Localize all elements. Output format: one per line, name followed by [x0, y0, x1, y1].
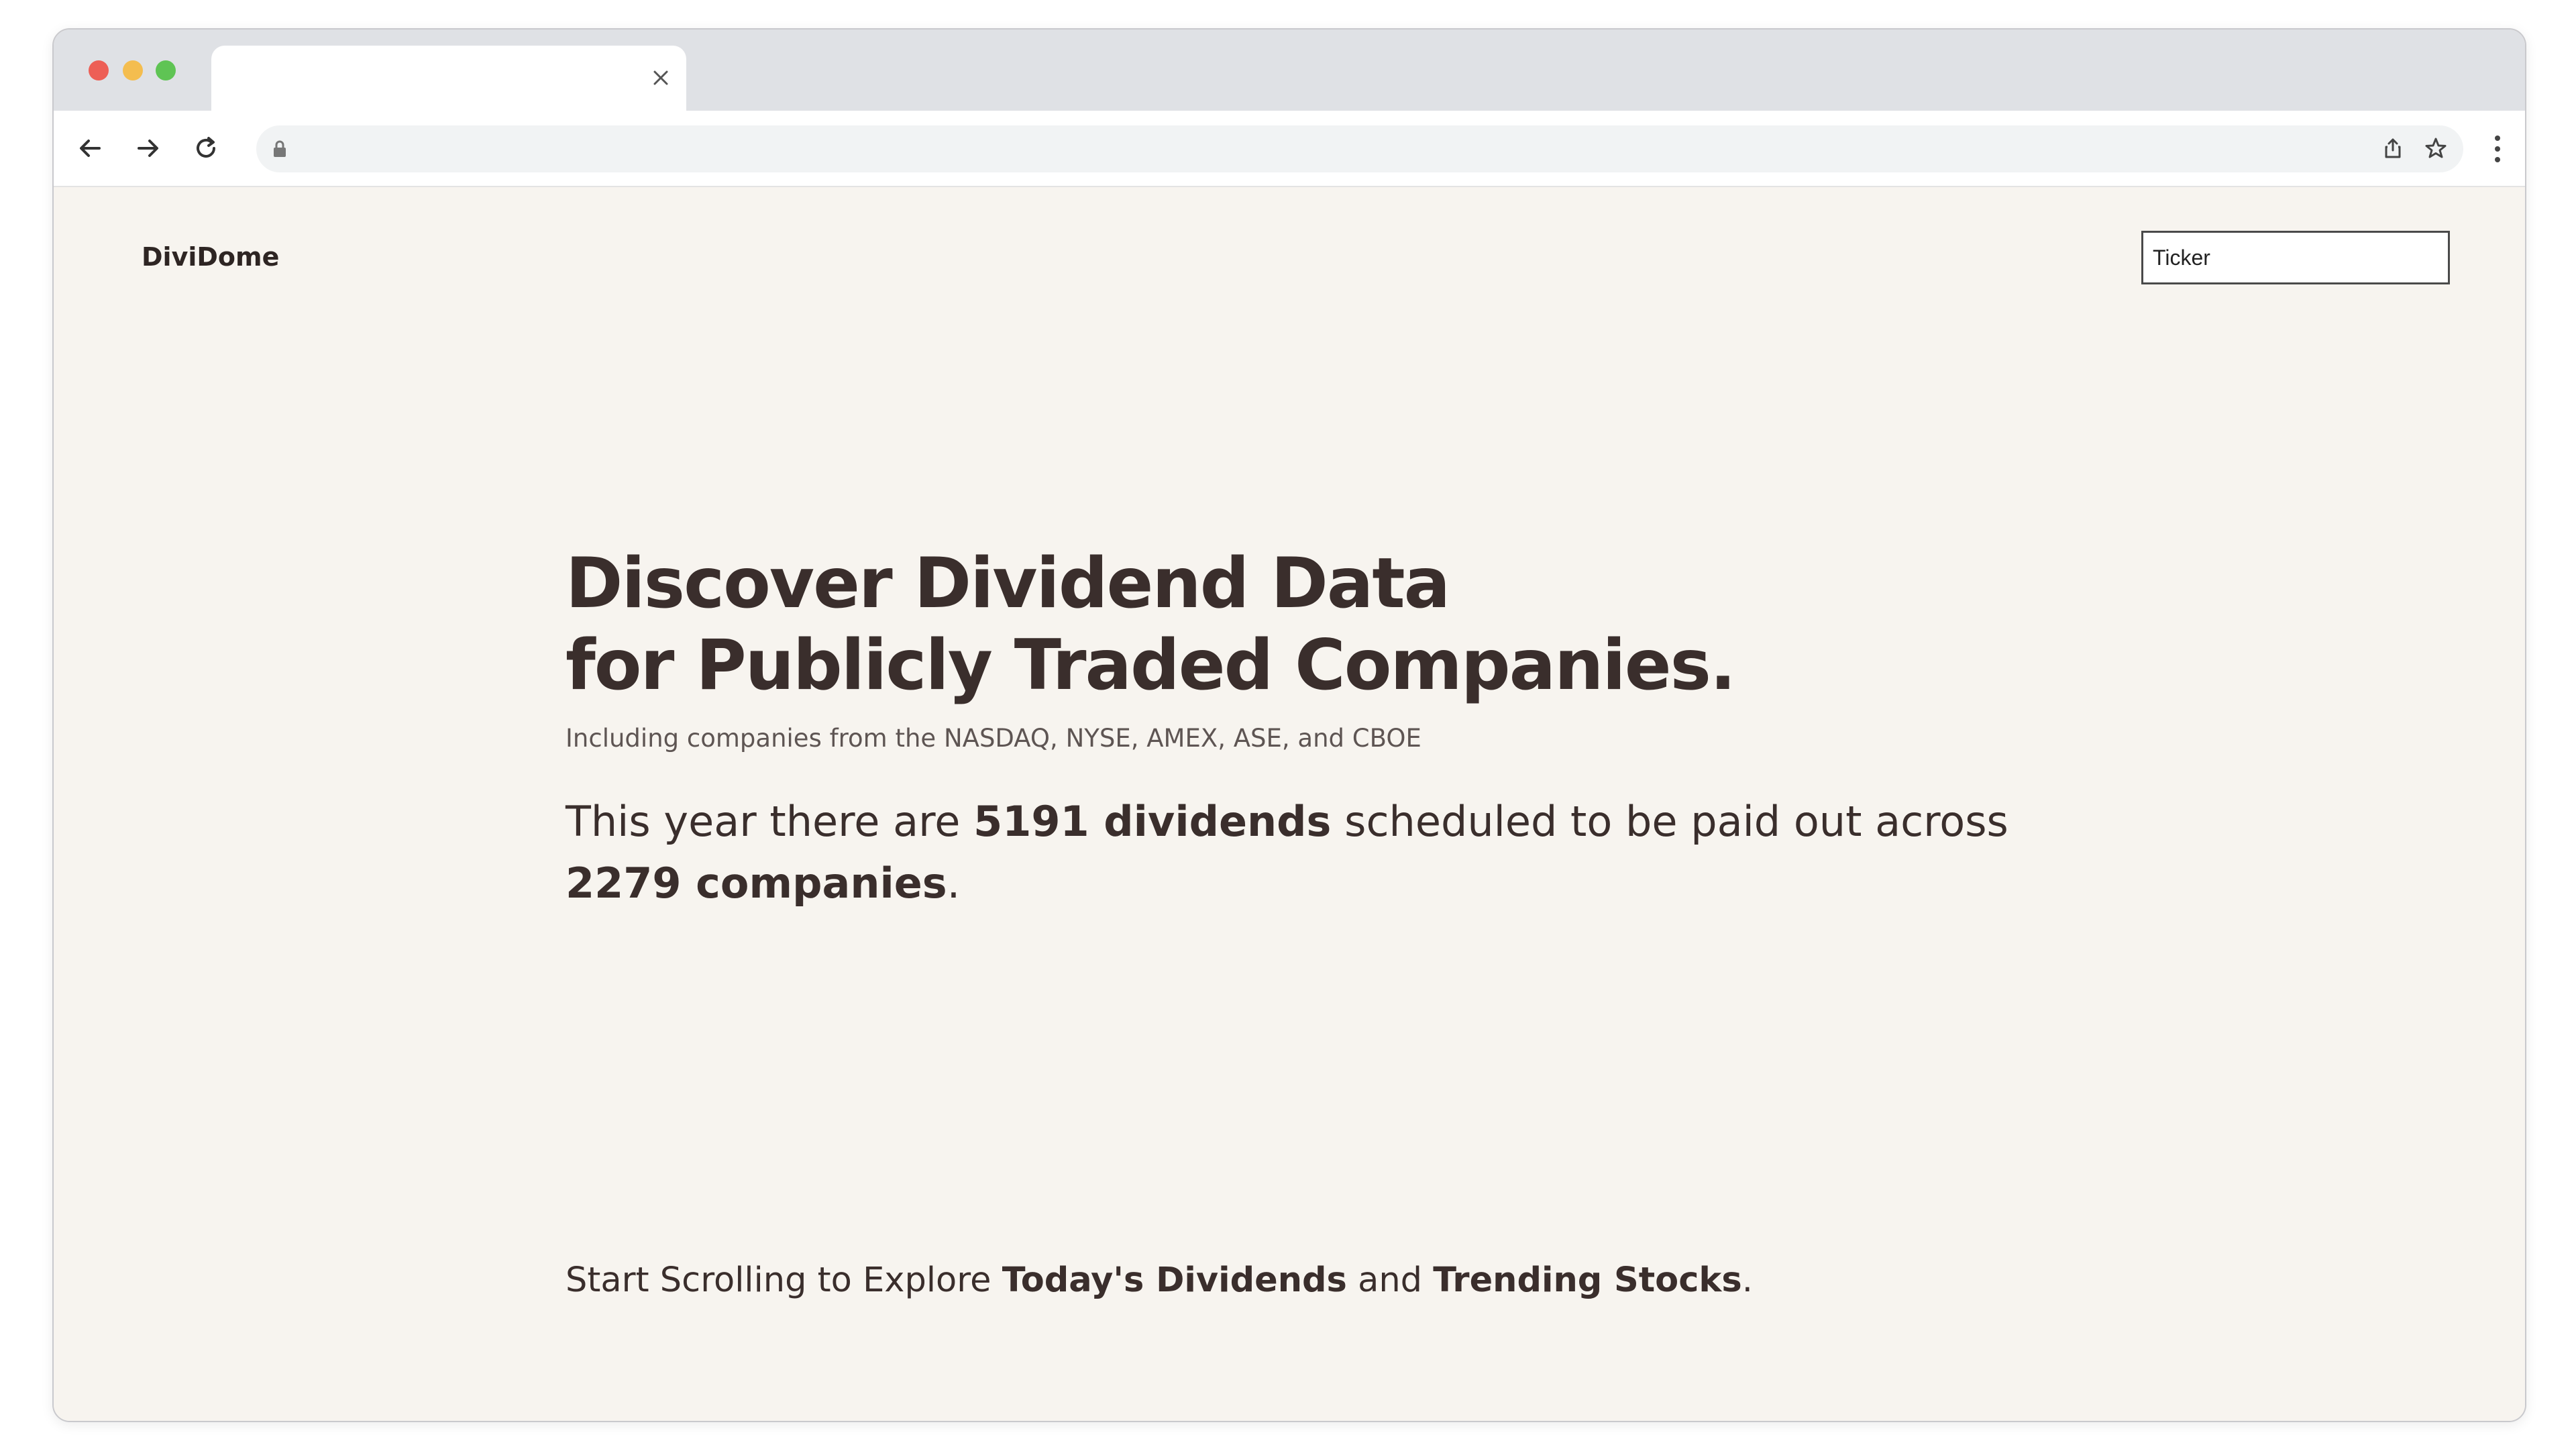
headline-line-1: Discover Dividend Data [566, 543, 1450, 624]
tab-bar [54, 30, 2525, 111]
share-icon[interactable] [2383, 138, 2403, 162]
close-icon[interactable] [647, 64, 674, 91]
scroll-hint-suffix: . [1741, 1260, 1753, 1300]
close-window-button[interactable] [89, 60, 109, 80]
hero-headline: Discover Dividend Data for Publicly Trad… [566, 543, 1736, 706]
ticker-search-input[interactable] [2141, 231, 2450, 284]
kebab-menu-icon[interactable] [2487, 132, 2508, 166]
arrow-left-icon[interactable] [72, 131, 107, 166]
browser-window: DiviDome Discover Dividend Data for Publ… [52, 28, 2526, 1422]
minimize-window-button[interactable] [123, 60, 143, 80]
reload-icon[interactable] [189, 131, 223, 166]
dividend-stats: This year there are 5191 dividends sched… [566, 791, 2082, 914]
stats-prefix: This year there are [566, 797, 974, 846]
scroll-hint-prefix: Start Scrolling to Explore [566, 1260, 1002, 1300]
stats-suffix: . [947, 859, 961, 908]
maximize-window-button[interactable] [156, 60, 176, 80]
stats-middle: scheduled to be paid out across [1331, 797, 2008, 846]
star-icon[interactable] [2424, 137, 2447, 163]
headline-line-2: for Publicly Traded Companies. [566, 625, 1736, 706]
browser-toolbar [54, 111, 2525, 187]
lock-icon[interactable] [272, 140, 287, 161]
scroll-hint: Start Scrolling to Explore Today's Divid… [566, 1260, 1753, 1300]
companies-count: 2279 companies [566, 859, 947, 908]
arrow-right-icon[interactable] [131, 131, 166, 166]
scroll-hint-middle: and [1346, 1260, 1434, 1300]
brand-logo[interactable]: DiviDome [142, 242, 279, 272]
exchanges-subline: Including companies from the NASDAQ, NYS… [566, 724, 1421, 753]
dividends-count: 5191 dividends [973, 797, 1332, 846]
address-bar[interactable] [256, 125, 2463, 172]
browser-tab[interactable] [211, 46, 686, 111]
trending-stocks-link[interactable]: Trending Stocks [1433, 1260, 1741, 1300]
page-content: DiviDome Discover Dividend Data for Publ… [54, 187, 2525, 1421]
todays-dividends-link[interactable]: Today's Dividends [1002, 1260, 1347, 1300]
